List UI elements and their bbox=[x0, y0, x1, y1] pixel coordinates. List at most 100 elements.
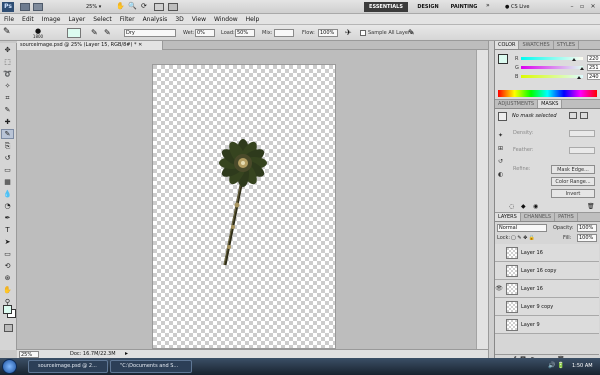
mix-field[interactable] bbox=[274, 29, 294, 37]
flow-field[interactable]: 100% bbox=[318, 29, 338, 37]
eyedropper-tool-icon[interactable]: ✎ bbox=[1, 105, 14, 115]
foreground-color-swatch[interactable] bbox=[3, 305, 12, 314]
delete-mask-icon[interactable]: 🗑 bbox=[587, 203, 595, 210]
load-field[interactable]: 50% bbox=[235, 29, 255, 37]
menu-file[interactable]: File bbox=[0, 14, 18, 25]
restore-icon[interactable]: ▫ bbox=[578, 3, 586, 11]
quick-select-tool-icon[interactable]: ✧ bbox=[1, 81, 14, 91]
history-tool-icon[interactable]: ↺ bbox=[1, 153, 14, 163]
taskbar-item-photoshop[interactable]: sourceimage.psd @ 2... bbox=[28, 360, 108, 373]
status-menu-icon[interactable]: ▸ bbox=[125, 350, 128, 357]
density-field[interactable] bbox=[569, 130, 595, 137]
pressure-icon[interactable]: ✎ bbox=[408, 28, 415, 37]
system-tray-icons[interactable]: 🔊 🔋 bbox=[548, 362, 565, 369]
layer-row[interactable]: Layer 9 copy bbox=[495, 298, 599, 316]
rotate-view-icon[interactable]: ⟳ bbox=[141, 2, 147, 10]
menu-image[interactable]: Image bbox=[38, 14, 65, 25]
canvas-vertical-scrollbar[interactable] bbox=[476, 50, 488, 349]
blur-tool-icon[interactable]: 💧 bbox=[1, 189, 14, 199]
mask-edge-button[interactable]: Mask Edge... bbox=[551, 165, 595, 174]
blend-mode-select[interactable]: Normal bbox=[497, 224, 547, 232]
lock-icons[interactable]: ▢ ✎ ✥ 🔒 bbox=[511, 234, 535, 242]
feather-field[interactable] bbox=[569, 147, 595, 154]
layer-row[interactable]: Layer 16 copy bbox=[495, 262, 599, 280]
document-tab[interactable]: sourceimage.psd @ 25% (Layer 15, RGB/8#)… bbox=[17, 41, 163, 50]
minibridge-icon[interactable] bbox=[33, 3, 43, 11]
slider-b[interactable]: B 240 bbox=[513, 72, 600, 81]
menu-edit[interactable]: Edit bbox=[18, 14, 38, 25]
apply-mask-icon[interactable]: ◆ bbox=[521, 203, 526, 210]
canvas-area[interactable] bbox=[17, 50, 476, 349]
menu-help[interactable]: Help bbox=[242, 14, 264, 25]
eraser-tool-icon[interactable]: ▭ bbox=[1, 165, 14, 175]
workspace-more-icon[interactable]: » bbox=[486, 2, 490, 9]
load-selection-icon[interactable]: ◌ bbox=[509, 203, 514, 210]
tab-adjustments[interactable]: ADJUSTMENTS bbox=[495, 100, 539, 108]
tab-layers[interactable]: LAYERS bbox=[495, 213, 521, 221]
brush-tool-icon[interactable]: ✎ bbox=[1, 129, 14, 139]
move-tool-icon[interactable]: ✥ bbox=[1, 45, 14, 55]
clock[interactable]: 1:50 AM bbox=[572, 362, 593, 371]
tab-masks[interactable]: MASKS bbox=[538, 100, 563, 108]
menu-analysis[interactable]: Analysis bbox=[139, 14, 172, 25]
slider-r[interactable]: R 220 bbox=[513, 54, 600, 63]
opacity-field[interactable]: 100% bbox=[577, 224, 597, 232]
workspace-painting[interactable]: PAINTING bbox=[446, 2, 482, 12]
gradient-tool-icon[interactable]: ▦ bbox=[1, 177, 14, 187]
pen-tool-icon[interactable]: ✒ bbox=[1, 213, 14, 223]
type-tool-icon[interactable]: T bbox=[1, 225, 14, 235]
menu-layer[interactable]: Layer bbox=[64, 14, 89, 25]
pixel-mask-icon[interactable] bbox=[569, 112, 577, 119]
tool-preset-icon[interactable]: ✎ bbox=[3, 27, 11, 37]
layer-row[interactable]: 👁 Layer 16 bbox=[495, 280, 599, 298]
tab-channels[interactable]: CHANNELS bbox=[521, 213, 556, 221]
hand-tool-icon[interactable]: ✋ bbox=[1, 285, 14, 295]
spectrum-ramp[interactable] bbox=[498, 90, 597, 97]
layer-row[interactable]: Layer 9 bbox=[495, 316, 599, 334]
zoom-field[interactable]: 25% bbox=[19, 351, 39, 358]
menu-3d[interactable]: 3D bbox=[171, 14, 187, 25]
lasso-tool-icon[interactable]: ➰ bbox=[1, 69, 14, 79]
slider-g[interactable]: G 251 bbox=[513, 63, 600, 72]
close-icon[interactable]: ✕ bbox=[589, 3, 597, 11]
invert-button[interactable]: Invert bbox=[551, 189, 595, 198]
menu-select[interactable]: Select bbox=[89, 14, 116, 25]
color-foreground-swatch[interactable] bbox=[498, 54, 508, 64]
tab-color[interactable]: COLOR bbox=[495, 41, 520, 49]
screen-mode-icon[interactable] bbox=[168, 3, 178, 11]
tab-swatches[interactable]: SWATCHES bbox=[519, 41, 554, 49]
disable-mask-icon[interactable]: ◉ bbox=[533, 203, 538, 210]
sample-all-layers-checkbox[interactable] bbox=[360, 30, 366, 36]
marquee-tool-icon[interactable]: ⬚ bbox=[1, 57, 14, 67]
cs-live-button[interactable]: ● CS Live bbox=[505, 3, 545, 11]
mode-select[interactable]: Dry bbox=[124, 29, 176, 37]
start-button[interactable] bbox=[2, 359, 17, 374]
workspace-design[interactable]: DESIGN bbox=[412, 2, 444, 12]
shape-tool-icon[interactable]: ▭ bbox=[1, 249, 14, 259]
layer-row[interactable]: Layer 16 bbox=[495, 244, 599, 262]
eye-icon[interactable]: 👁 bbox=[495, 285, 503, 292]
taskbar-item-explorer[interactable]: "C:\Documents and S... bbox=[110, 360, 192, 373]
workspace-essentials[interactable]: ESSENTIALS bbox=[364, 2, 408, 12]
zoom-level-select[interactable]: 25% ▾ bbox=[86, 3, 112, 11]
arrange-documents-icon[interactable] bbox=[154, 3, 164, 11]
tab-close-icon[interactable]: ✕ bbox=[138, 42, 142, 48]
3d-orbit-tool-icon[interactable]: ⊛ bbox=[1, 273, 14, 283]
brush-preset-picker[interactable]: ● 1800 bbox=[30, 27, 46, 39]
current-color-swatch[interactable] bbox=[67, 28, 81, 38]
wet-field[interactable]: 0% bbox=[195, 29, 215, 37]
vector-mask-icon[interactable] bbox=[580, 112, 588, 119]
crop-tool-icon[interactable]: ⌗ bbox=[1, 93, 14, 103]
load-brush-icon[interactable]: ✎ bbox=[91, 28, 98, 37]
minimize-icon[interactable]: – bbox=[568, 3, 576, 11]
dodge-tool-icon[interactable]: ◔ bbox=[1, 201, 14, 211]
healing-tool-icon[interactable]: ✚ bbox=[1, 117, 14, 127]
hand-icon[interactable]: ✋ bbox=[116, 2, 125, 10]
document-canvas[interactable] bbox=[152, 64, 336, 349]
menu-filter[interactable]: Filter bbox=[116, 14, 139, 25]
clean-brush-icon[interactable]: ✎ bbox=[104, 28, 111, 37]
tab-paths[interactable]: PATHS bbox=[555, 213, 578, 221]
clone-tool-icon[interactable]: ⎘ bbox=[1, 141, 14, 151]
menu-view[interactable]: View bbox=[188, 14, 210, 25]
zoom-icon[interactable]: 🔍 bbox=[128, 2, 137, 10]
